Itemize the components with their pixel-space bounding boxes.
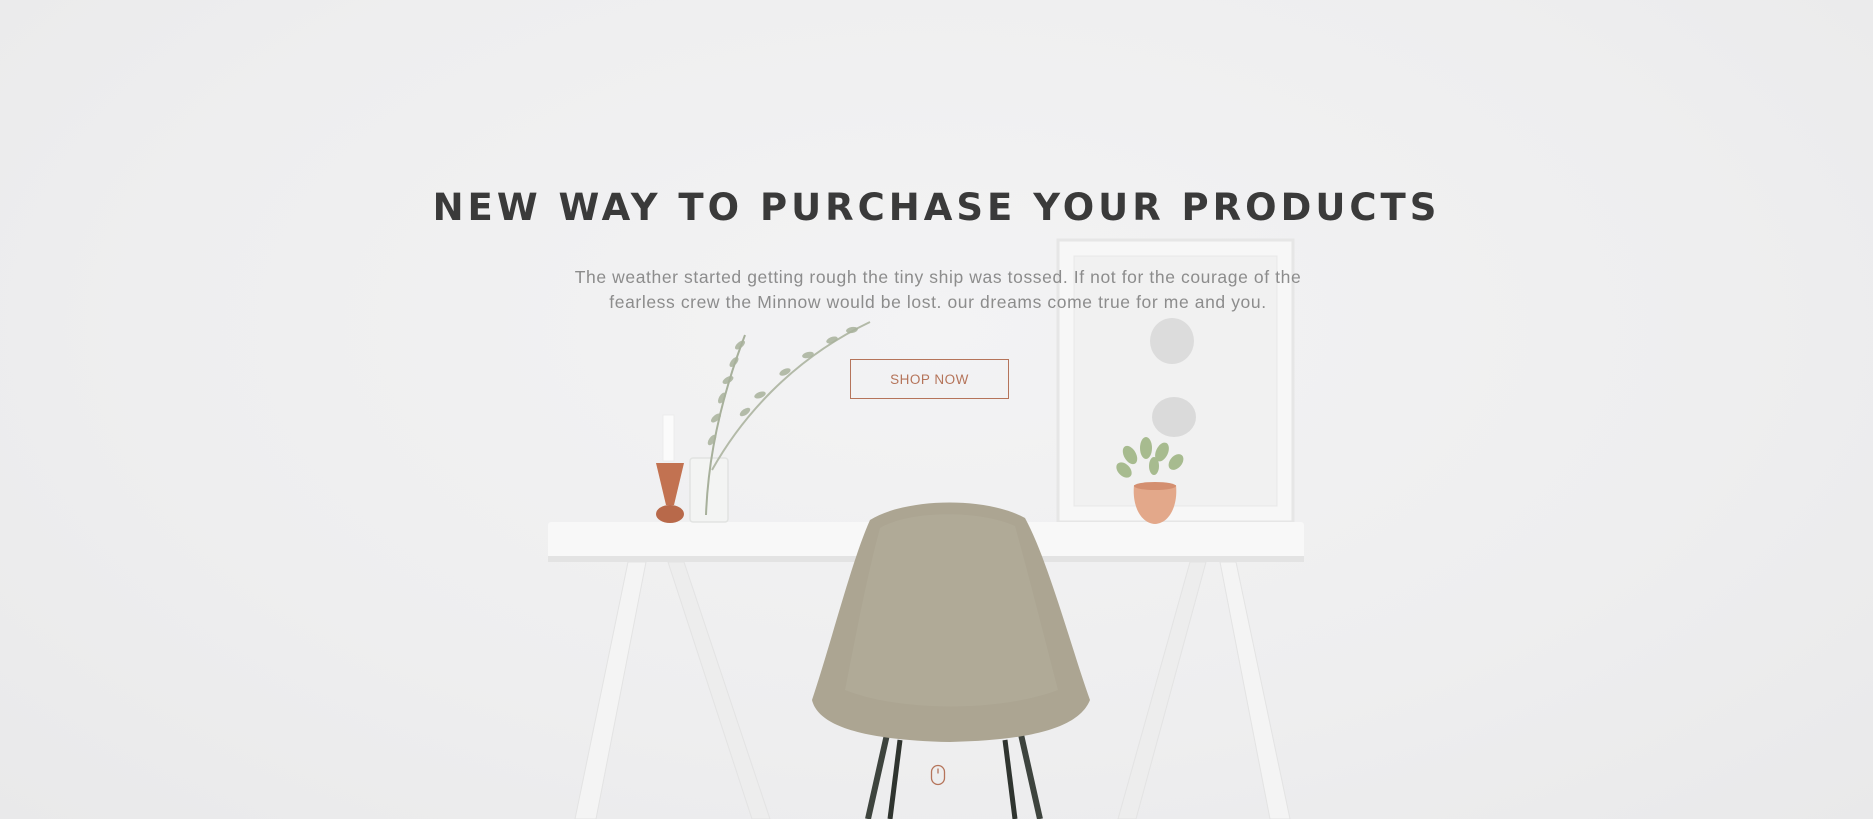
shop-now-button[interactable]: SHOP NOW [850, 359, 1009, 399]
mouse-scroll-icon[interactable] [930, 764, 946, 788]
hero-content: NEW WAY TO PURCHASE YOUR PRODUCTS The we… [0, 0, 1873, 819]
hero-section: NEW WAY TO PURCHASE YOUR PRODUCTS The we… [0, 0, 1873, 819]
hero-subtext: The weather started getting rough the ti… [574, 267, 1302, 312]
hero-headline: NEW WAY TO PURCHASE YOUR PRODUCTS [432, 186, 1441, 229]
